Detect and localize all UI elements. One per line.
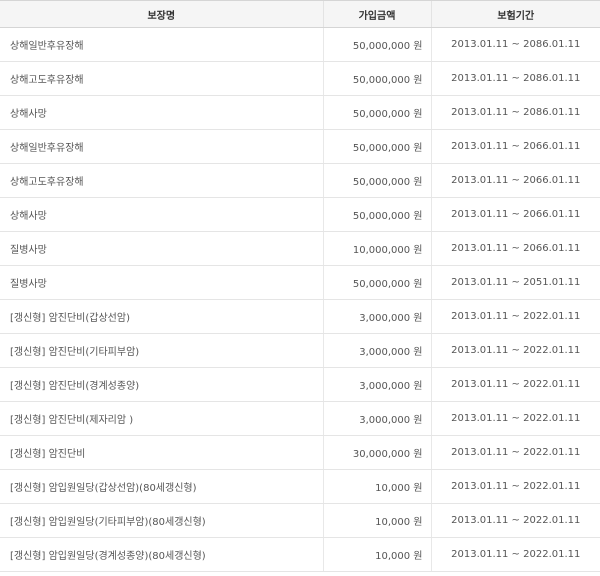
table-row: 상해사망 50,000,000 원 2013.01.11 ~ 2066.01.11 [0,197,600,232]
coverage-name-cell: 상해사망 [0,95,323,130]
period-cell: 2013.01.11 ~ 2022.01.11 [430,401,600,436]
table-row: [갱신형] 암진단비(경계성종양) 3,000,000 원 2013.01.11 ~… [0,367,600,402]
table-body: 상해일반후유장해 50,000,000 원 2013.01.11 ~ 2086.01… [0,27,600,572]
table-row: [갱신형] 암진단비 30,000,000 원 2013.01.11 ~ 2022.… [0,435,600,470]
header-period: 보험기간 [430,0,600,28]
table-row: 상해고도후유장해 50,000,000 원 2013.01.11 ~ 2066.01… [0,163,600,198]
table-row: [갱신형] 암진단비(제자리암 ) 3,000,000 원 2013.01.11 ~… [0,401,600,436]
coverage-name-cell: [갱신형] 암진단비(갑상선암) [0,299,323,334]
table-row: 질병사망 10,000,000 원 2013.01.11 ~ 2066.01.11 [0,231,600,266]
coverage-name-cell: 상해고도후유장해 [0,163,323,198]
table-row: 상해사망 50,000,000 원 2013.01.11 ~ 2086.01.11 [0,95,600,130]
table-row: 질병사망 50,000,000 원 2013.01.11 ~ 2051.01.11 [0,265,600,300]
table-row: [갱신형] 암입원일당(갑상선암)(80세갱신형) 10,000 원 2013.01… [0,469,600,504]
period-cell: 2013.01.11 ~ 2086.01.11 [430,95,600,130]
table-row: [갱신형] 암입원일당(경계성종양)(80세갱신형) 10,000 원 2013.0… [0,537,600,572]
amount-cell: 10,000 원 [322,503,431,538]
period-cell: 2013.01.11 ~ 2066.01.11 [430,163,600,198]
coverage-name-cell: [갱신형] 암입원일당(갑상선암)(80세갱신형) [0,469,323,504]
period-cell: 2013.01.11 ~ 2086.01.11 [430,27,600,62]
coverage-name-cell: [갱신형] 암진단비 [0,435,323,470]
period-cell: 2013.01.11 ~ 2066.01.11 [430,197,600,232]
coverage-name-cell: 상해고도후유장해 [0,61,323,96]
table-row: 상해일반후유장해 50,000,000 원 2013.01.11 ~ 2086.01… [0,27,600,62]
amount-cell: 50,000,000 원 [322,163,431,198]
table-row: 상해일반후유장해 50,000,000 원 2013.01.11 ~ 2066.01… [0,129,600,164]
amount-cell: 50,000,000 원 [322,95,431,130]
period-cell: 2013.01.11 ~ 2022.01.11 [430,537,600,572]
amount-cell: 10,000 원 [322,469,431,504]
coverage-name-cell: 상해일반후유장해 [0,27,323,62]
period-cell: 2013.01.11 ~ 2066.01.11 [430,129,600,164]
amount-cell: 3,000,000 원 [322,401,431,436]
amount-cell: 3,000,000 원 [322,299,431,334]
period-cell: 2013.01.11 ~ 2086.01.11 [430,61,600,96]
table-row: [갱신형] 암진단비(갑상선암) 3,000,000 원 2013.01.11 ~ … [0,299,600,334]
header-row: 보장명 가입금액 보험기간 [0,0,600,28]
table-row: [갱신형] 암진단비(기타피부암) 3,000,000 원 2013.01.11 ~… [0,333,600,368]
coverage-name-cell: 상해사망 [0,197,323,232]
period-cell: 2013.01.11 ~ 2022.01.11 [430,503,600,538]
amount-cell: 10,000 원 [322,537,431,572]
amount-cell: 10,000,000 원 [322,231,431,266]
period-cell: 2013.01.11 ~ 2022.01.11 [430,333,600,368]
period-cell: 2013.01.11 ~ 2022.01.11 [430,367,600,402]
period-cell: 2013.01.11 ~ 2022.01.11 [430,469,600,504]
coverage-name-cell: [갱신형] 암입원일당(경계성종양)(80세갱신형) [0,537,323,572]
amount-cell: 3,000,000 원 [322,367,431,402]
period-cell: 2013.01.11 ~ 2022.01.11 [430,435,600,470]
amount-cell: 50,000,000 원 [322,129,431,164]
coverage-name-cell: 질병사망 [0,231,323,266]
coverage-name-cell: 질병사망 [0,265,323,300]
coverage-name-cell: [갱신형] 암진단비(제자리암 ) [0,401,323,436]
amount-cell: 50,000,000 원 [322,27,431,62]
table-header: 보장명 가입금액 보험기간 [0,0,600,28]
amount-cell: 3,000,000 원 [322,333,431,368]
coverage-table: 보장명 가입금액 보험기간 상해일반후유장해 50,000,000 원 2013.0… [0,0,600,572]
period-cell: 2013.01.11 ~ 2066.01.11 [430,231,600,266]
coverage-name-cell: [갱신형] 암진단비(기타피부암) [0,333,323,368]
coverage-name-cell: [갱신형] 암진단비(경계성종양) [0,367,323,402]
amount-cell: 50,000,000 원 [322,197,431,232]
table-row: 상해고도후유장해 50,000,000 원 2013.01.11 ~ 2086.01… [0,61,600,96]
table-row: [갱신형] 암입원일당(기타피부암)(80세갱신형) 10,000 원 2013.0… [0,503,600,538]
header-coverage-name: 보장명 [0,0,323,28]
amount-cell: 30,000,000 원 [322,435,431,470]
amount-cell: 50,000,000 원 [322,61,431,96]
coverage-name-cell: 상해일반후유장해 [0,129,323,164]
period-cell: 2013.01.11 ~ 2051.01.11 [430,265,600,300]
amount-cell: 50,000,000 원 [322,265,431,300]
period-cell: 2013.01.11 ~ 2022.01.11 [430,299,600,334]
coverage-name-cell: [갱신형] 암입원일당(기타피부암)(80세갱신형) [0,503,323,538]
header-amount: 가입금액 [322,0,431,28]
